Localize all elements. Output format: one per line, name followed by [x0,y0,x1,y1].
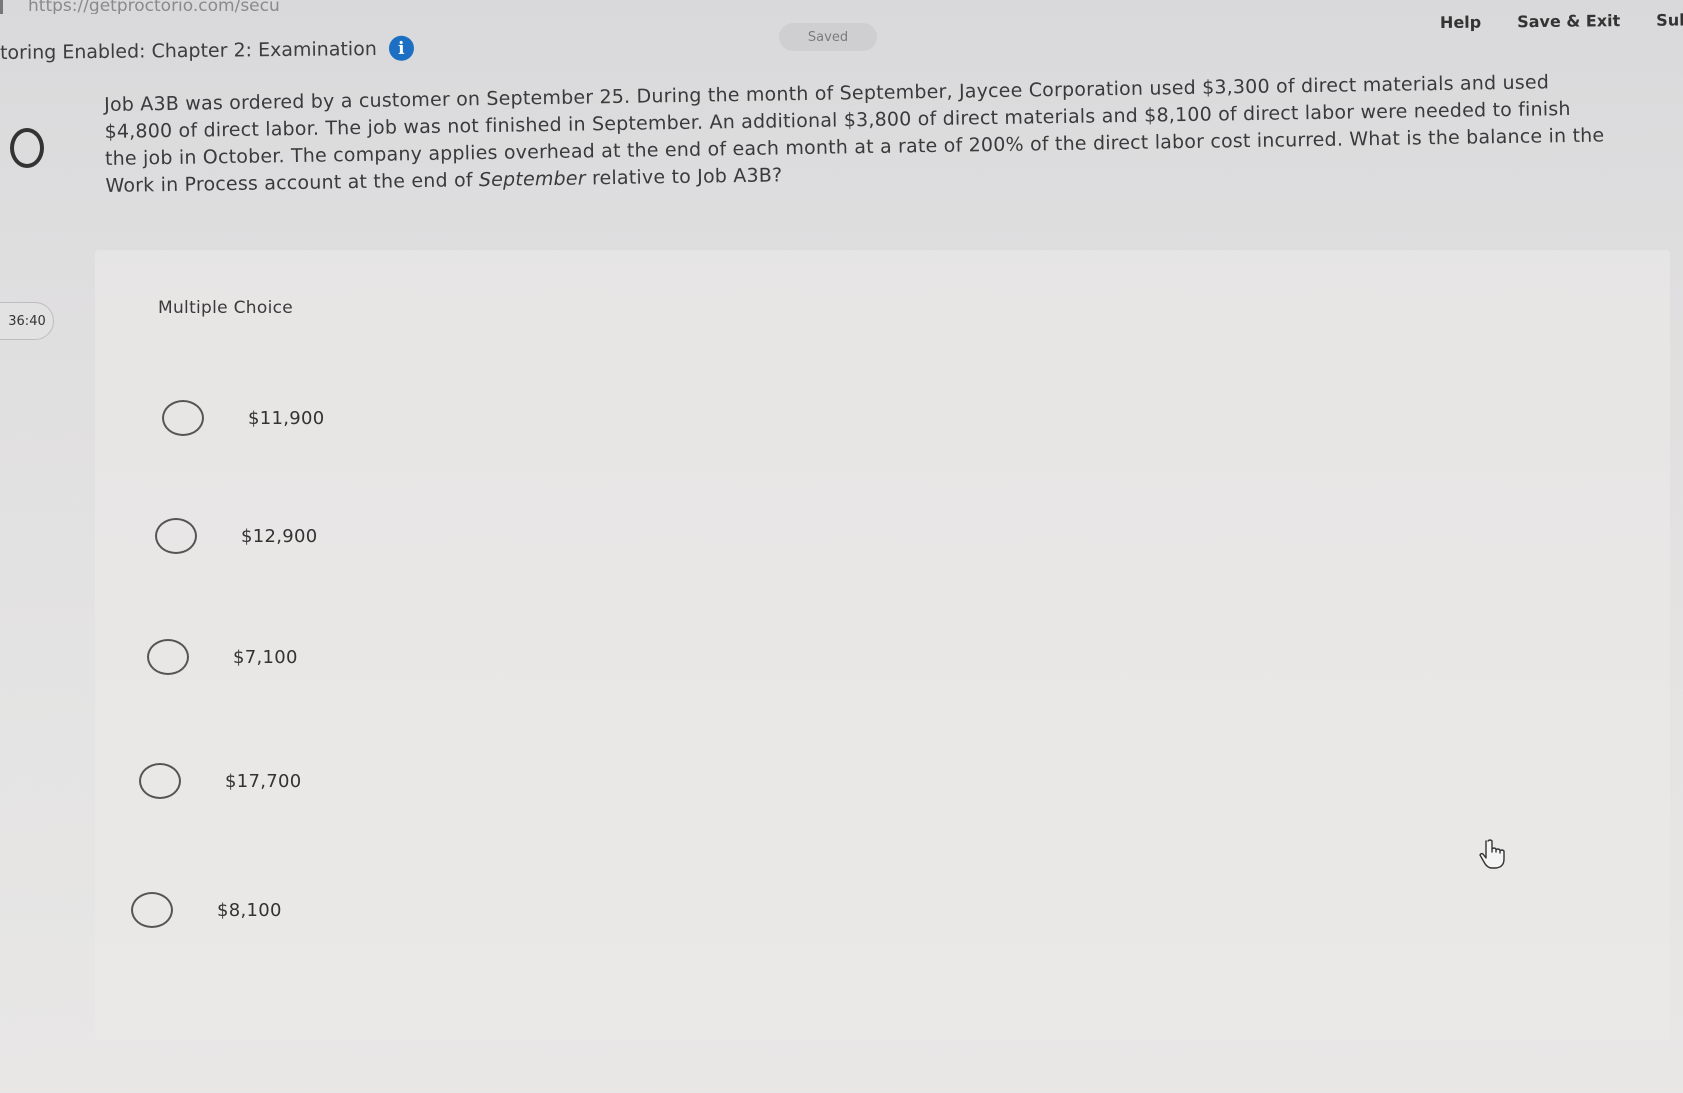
choice-option-a[interactable]: $11,900 [162,400,325,436]
question-emphasis: September [478,167,586,192]
exam-header: toring Enabled: Chapter 2: Examination i [0,35,414,65]
choice-label[interactable]: $8,100 [217,900,282,921]
radio-button[interactable] [155,518,197,554]
question-text: Work in Process account at the end of [105,169,480,197]
choice-option-e[interactable]: $8,100 [131,892,282,928]
browser-url-bar[interactable]: https://getproctorio.com/secu [0,0,448,14]
saved-status-label: Saved [807,29,849,45]
saved-status-badge: Saved [779,23,877,51]
timer-badge[interactable]: 36:40 [0,302,54,340]
help-button[interactable]: Help [1440,13,1481,32]
question-text: relative to Job A3B? [585,164,783,190]
multiple-choice-panel [95,250,1670,1040]
submit-button[interactable]: Sub [1656,10,1683,29]
radio-button[interactable] [131,892,173,928]
choice-label[interactable]: $17,700 [225,771,302,792]
page-title: toring Enabled: Chapter 2: Examination [0,37,377,64]
choice-label[interactable]: $7,100 [233,647,298,668]
radio-button[interactable] [139,763,181,799]
info-icon[interactable]: i [388,35,414,61]
choice-option-b[interactable]: $12,900 [155,518,318,554]
choice-label[interactable]: $11,900 [248,408,325,429]
save-exit-button[interactable]: Save & Exit [1517,11,1620,31]
question-prompt: Job A3B was ordered by a customer on Sep… [104,67,1666,199]
choice-label[interactable]: $12,900 [241,526,318,547]
url-text: https://getproctorio.com/secu [28,0,280,14]
timer-value: 36:40 [8,313,46,329]
radio-button[interactable] [162,400,204,436]
choice-option-d[interactable]: $17,700 [139,763,302,799]
top-actions: Help Save & Exit Sub [1440,10,1683,32]
multiple-choice-label: Multiple Choice [158,298,294,318]
question-status-circle-icon[interactable] [10,128,44,168]
radio-button[interactable] [147,639,189,675]
hand-pointer-icon [1479,839,1505,869]
choice-option-c[interactable]: $7,100 [147,639,298,675]
